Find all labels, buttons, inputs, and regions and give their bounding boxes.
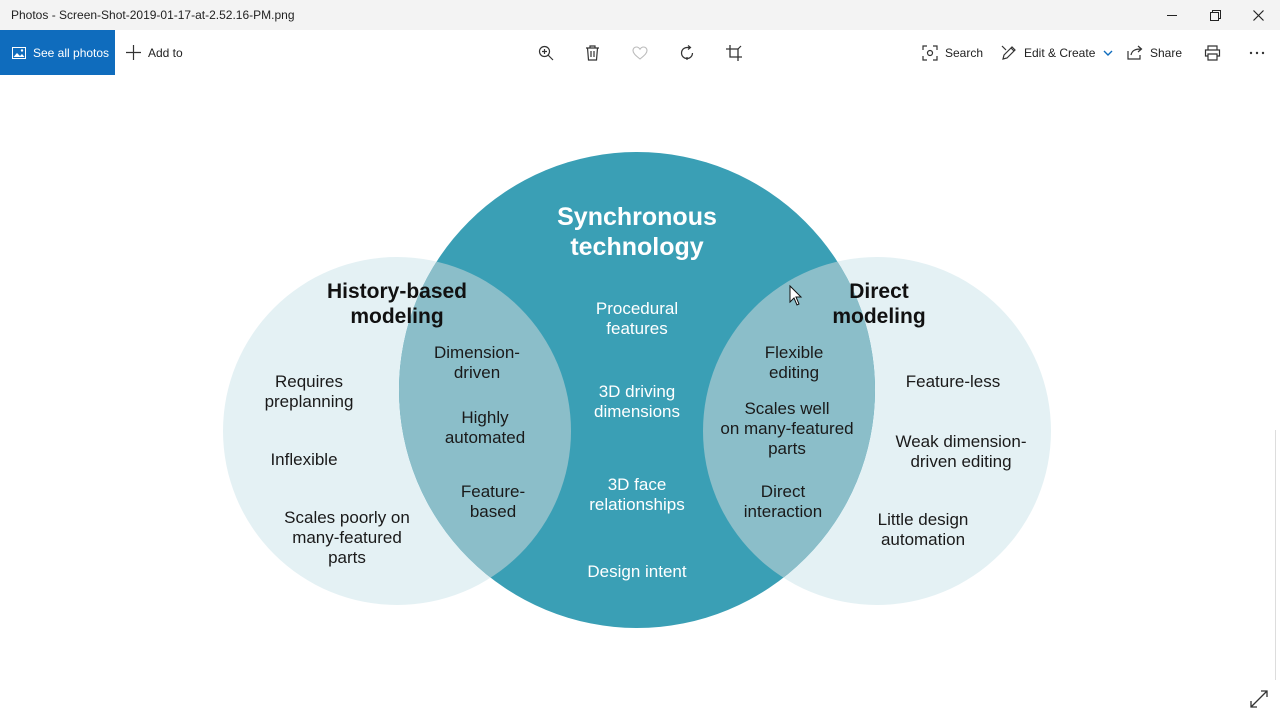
scroll-edge xyxy=(1275,430,1280,680)
close-icon xyxy=(1252,9,1264,21)
search-icon xyxy=(922,44,938,61)
zoom-button[interactable] xyxy=(538,30,554,75)
center-item: 3D driving dimensions xyxy=(594,382,680,421)
right-item-line: driven editing xyxy=(910,452,1011,471)
window-title: Photos - Screen-Shot-2019-01-17-at-2.52.… xyxy=(11,8,295,22)
right-overlap-item-line: Scales well xyxy=(744,399,829,418)
right-overlap-item-line: Direct xyxy=(761,482,806,501)
right-item: Feature-less xyxy=(906,372,1000,391)
crop-icon xyxy=(726,44,742,61)
photos-icon xyxy=(12,46,26,59)
center-title-line: Synchronous xyxy=(557,203,717,231)
left-overlap-item-line: automated xyxy=(445,428,525,447)
see-all-photos-label: See all photos xyxy=(33,45,110,60)
left-item: Inflexible xyxy=(270,450,337,469)
center-item: Design intent xyxy=(587,562,687,581)
share-label: Share xyxy=(1150,45,1183,60)
minimize-icon xyxy=(1167,15,1177,16)
venn-diagram: Synchronous technologyHistory-based modeli… xyxy=(223,152,1051,628)
restore-icon xyxy=(1209,9,1221,21)
heart-icon xyxy=(632,45,648,60)
share-button[interactable]: Share xyxy=(1127,30,1182,75)
right-item-line: Feature-less xyxy=(906,372,1000,391)
right-item: Weak dimension-driven editing xyxy=(895,432,1026,471)
left-item-line: Scales poorly on xyxy=(284,508,410,527)
left-item-line: many-featured xyxy=(292,528,402,547)
center-item-line: 3D driving xyxy=(599,382,676,401)
edit-icon xyxy=(1001,45,1016,60)
right-item-line: Little design xyxy=(878,510,969,529)
center-item-line: Procedural xyxy=(596,299,678,318)
center-item-line: relationships xyxy=(589,495,684,514)
left-overlap-item-line: Feature- xyxy=(461,482,525,501)
chevron-down-icon xyxy=(1103,50,1113,56)
right-overlap-item-line: parts xyxy=(768,439,806,458)
right-overlap-item-line: editing xyxy=(769,363,819,382)
left-title-line: History-based xyxy=(327,280,467,303)
right-item-line: Weak dimension- xyxy=(895,432,1026,451)
share-icon xyxy=(1127,45,1143,60)
left-item-line: parts xyxy=(328,548,366,567)
print-icon xyxy=(1204,44,1221,61)
left-item-line: Inflexible xyxy=(270,450,337,469)
more-options-button[interactable] xyxy=(1249,30,1265,75)
center-title-line: technology xyxy=(570,233,703,261)
print-button[interactable] xyxy=(1204,30,1221,75)
right-item: Little design automation xyxy=(878,510,969,549)
right-overlap-item-line: interaction xyxy=(744,502,822,521)
right-title-line: Direct xyxy=(849,280,909,303)
search-label: Search xyxy=(945,45,984,60)
close-button[interactable] xyxy=(1236,0,1280,30)
delete-button[interactable] xyxy=(585,30,600,75)
edit-create-button[interactable]: Edit & Create xyxy=(1001,30,1113,75)
left-overlap-item-line: driven xyxy=(454,363,500,382)
center-item-line: dimensions xyxy=(594,402,680,421)
center-item-line: features xyxy=(606,319,667,338)
minimize-button[interactable] xyxy=(1150,0,1194,30)
right-item-line: automation xyxy=(881,530,965,549)
favorite-button[interactable] xyxy=(632,30,648,75)
add-to-label: Add to xyxy=(148,45,183,60)
left-item-line: Requires xyxy=(275,372,343,391)
left-item-line: preplanning xyxy=(265,392,354,411)
toolbar: See all photos Add to Search Edit & Crea… xyxy=(0,30,1280,75)
left-overlap-item-line: Highly xyxy=(461,408,509,427)
left-item: Requires preplanning xyxy=(265,372,354,411)
photo-viewer[interactable]: Synchronous technology History-based modeli… xyxy=(0,75,1280,720)
add-to-button[interactable]: Add to xyxy=(126,30,183,75)
right-overlap-item: Flexible editing xyxy=(765,343,824,382)
rotate-button[interactable] xyxy=(679,30,695,75)
left-overlap-item-line: based xyxy=(470,502,516,521)
center-item-line: Design intent xyxy=(587,562,687,581)
plus-icon xyxy=(126,45,141,60)
see-all-photos-button[interactable]: See all photos xyxy=(0,30,115,75)
left-title-line: modeling xyxy=(350,305,443,328)
zoom-icon xyxy=(538,45,554,60)
center-item: Procedural features xyxy=(596,299,678,338)
left-overlap-item: Feature-based xyxy=(461,482,525,521)
rotate-icon xyxy=(680,44,694,60)
center-item-line: 3D face xyxy=(608,475,667,494)
delete-icon xyxy=(586,44,599,61)
more-icon xyxy=(1249,51,1265,54)
right-title-line: modeling xyxy=(832,305,925,328)
title-bar: Photos - Screen-Shot-2019-01-17-at-2.52.… xyxy=(0,0,1280,30)
edit-create-label: Edit & Create xyxy=(1024,45,1096,60)
search-button[interactable]: Search xyxy=(922,30,983,75)
right-overlap-item-line: on many-featured xyxy=(720,419,853,438)
fullscreen-icon[interactable] xyxy=(1250,690,1268,708)
left-overlap-item-line: Dimension- xyxy=(434,343,520,362)
crop-button[interactable] xyxy=(726,30,742,75)
restore-button[interactable] xyxy=(1193,0,1237,30)
right-overlap-item-line: Flexible xyxy=(765,343,824,362)
